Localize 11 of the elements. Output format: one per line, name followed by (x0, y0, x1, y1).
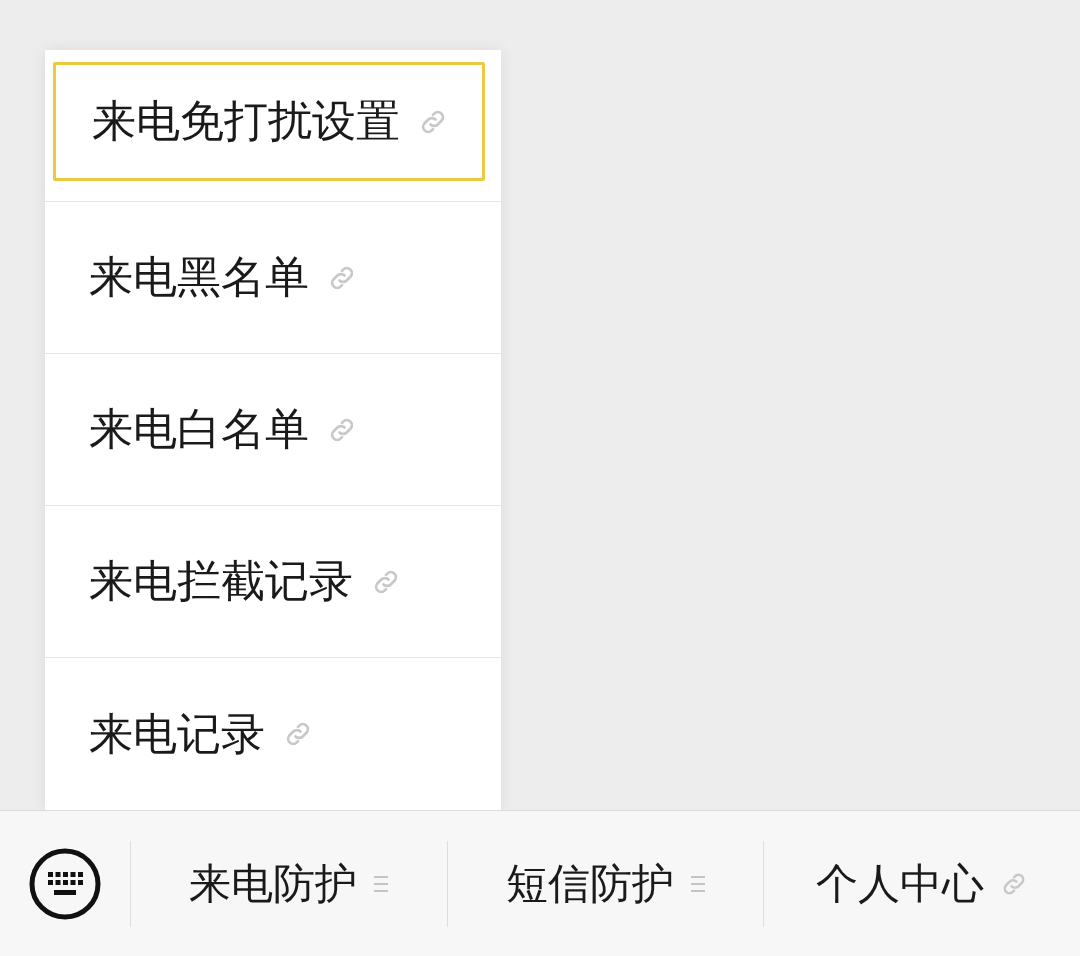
menu-tab[interactable]: 个人中心 (764, 840, 1080, 927)
submenu-item[interactable]: 来电记录 (45, 658, 501, 810)
submenu-item[interactable]: 来电白名单 (45, 354, 501, 505)
menu-tab[interactable]: 来电防护 (131, 840, 448, 927)
keyboard-icon[interactable] (29, 847, 101, 920)
submenu-item[interactable]: 来电免打扰设置 (53, 62, 485, 181)
menu-tab[interactable]: 短信防护 (447, 840, 765, 927)
submenu-item[interactable]: 来电拦截记录 (45, 506, 501, 657)
menu-icon (689, 873, 706, 894)
menu-icon (372, 873, 389, 894)
submenu-item[interactable]: 来电黑名单 (45, 202, 501, 353)
